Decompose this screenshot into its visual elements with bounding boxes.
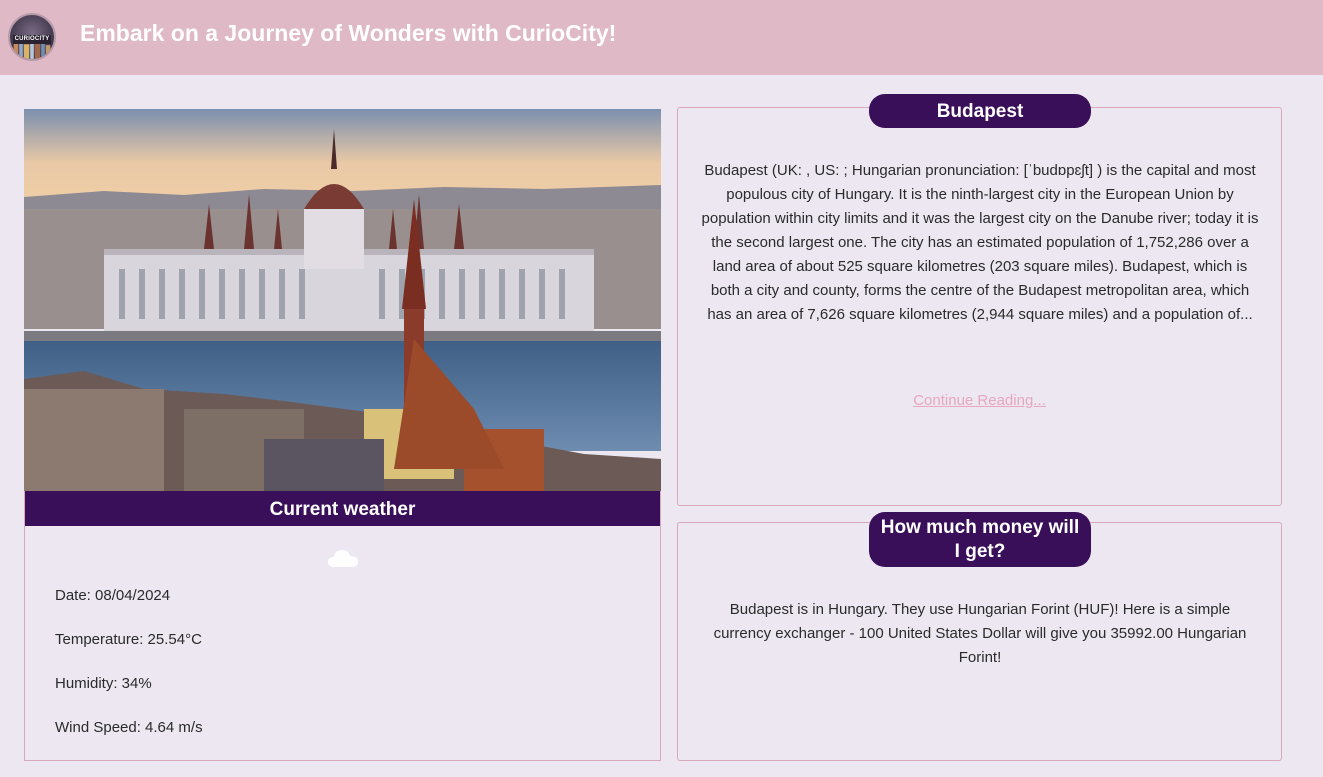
app-header: CURIOCITY Embark on a Journey of Wonders…: [0, 0, 1323, 75]
page-title: Embark on a Journey of Wonders with Curi…: [80, 20, 617, 46]
city-photo: [24, 109, 661, 492]
cloud-icon: [328, 550, 358, 567]
weather-date: Date: 08/04/2024: [55, 587, 171, 604]
weather-humidity: Humidity: 34%: [55, 675, 152, 692]
city-name-heading: Budapest: [869, 94, 1091, 128]
city-description: Budapest (UK: , US: ; Hungarian pronunci…: [701, 162, 1259, 323]
weather-temperature: Temperature: 25.54°C: [55, 631, 202, 648]
weather-card: Current weather Date: 08/04/2024 Tempera…: [24, 491, 661, 761]
continue-reading-link[interactable]: Continue Reading...: [677, 392, 1282, 409]
weather-heading: Current weather: [25, 491, 660, 526]
curiocity-logo[interactable]: CURIOCITY: [8, 13, 56, 61]
currency-exchange-text: Budapest is in Hungary. They use Hungari…: [713, 601, 1247, 666]
logo-wordmark: CURIOCITY: [13, 35, 51, 44]
weather-wind-speed: Wind Speed: 4.64 m/s: [55, 719, 203, 736]
currency-heading: How much money will I get?: [869, 512, 1091, 567]
